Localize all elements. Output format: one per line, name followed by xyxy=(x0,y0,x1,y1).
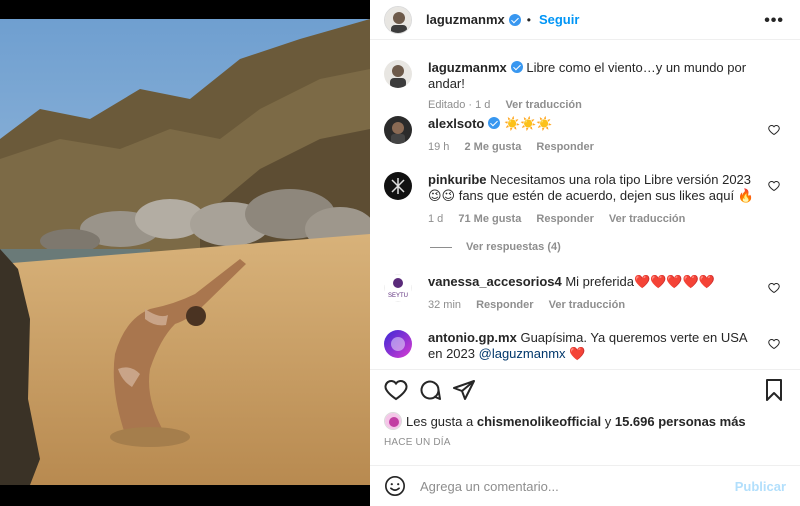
post-comment-button[interactable]: Publicar xyxy=(735,479,786,494)
author-username[interactable]: laguzmanmx xyxy=(426,12,505,27)
beach-yoga-photo xyxy=(0,19,370,485)
seytu-logo-text: SEYTU xyxy=(388,293,408,299)
reply-button[interactable]: Responder xyxy=(536,141,593,153)
like-comment-heart-icon[interactable] xyxy=(768,338,780,350)
replies-divider xyxy=(430,246,452,248)
share-paper-plane-icon[interactable] xyxy=(452,378,476,402)
comment-time: 1 d xyxy=(428,213,444,225)
commenter-username[interactable]: antonio.gp.mx xyxy=(428,330,517,345)
comment-emoji: ❤️ xyxy=(569,346,586,361)
comment-likes[interactable]: 2 Me gusta xyxy=(464,141,521,153)
header-dot: • xyxy=(526,12,531,27)
emoji-picker-icon[interactable] xyxy=(384,475,406,497)
reply-button[interactable]: Responder xyxy=(536,213,593,225)
commenter-username[interactable]: alexlsoto xyxy=(428,116,484,131)
post-side-panel: laguzmanmx • Seguir ••• laguzmanmx Libre… xyxy=(370,0,800,506)
like-comment-heart-icon[interactable] xyxy=(768,180,780,192)
verified-badge-icon xyxy=(488,117,501,129)
author-avatar[interactable] xyxy=(384,5,412,34)
comment-bubble-icon[interactable] xyxy=(418,378,442,402)
likes-summary: Les gusta a chismenolikeofficial y 15.69… xyxy=(384,412,746,430)
mention-link[interactable]: @laguzmanmx xyxy=(479,346,566,361)
see-translation-link[interactable]: Ver traducción xyxy=(549,299,625,311)
like-comment-heart-icon[interactable] xyxy=(768,282,780,294)
likes-middle: y xyxy=(604,413,612,429)
see-translation-link[interactable]: Ver traducción xyxy=(609,213,685,225)
verified-badge-icon xyxy=(510,61,523,73)
view-replies-link[interactable]: Ver respuestas (4) xyxy=(430,241,561,253)
post-header: laguzmanmx • Seguir ••• xyxy=(370,0,800,40)
comment-composer: Agrega un comentario... Publicar xyxy=(370,465,800,506)
reply-button[interactable]: Responder xyxy=(476,299,533,311)
liker-username[interactable]: chismenolikeofficial xyxy=(477,414,601,429)
comment-text: Mi preferida❤️❤️❤️❤️❤️ xyxy=(565,274,715,289)
post-timestamp[interactable]: HACE UN DÍA xyxy=(384,437,451,448)
commenter-username[interactable]: pinkuribe xyxy=(428,172,487,187)
comment-input[interactable]: Agrega un comentario... xyxy=(420,479,735,494)
like-comment-heart-icon[interactable] xyxy=(768,124,780,136)
follow-button[interactable]: Seguir xyxy=(539,12,579,27)
commenter-username[interactable]: vanessa_accesorios4 xyxy=(428,274,562,289)
post-actions-bar xyxy=(370,369,800,409)
view-replies-label[interactable]: Ver respuestas (4) xyxy=(466,241,561,253)
caption-meta: Editado · 1 d xyxy=(428,99,491,111)
comment-time: 19 h xyxy=(428,141,450,153)
commenter-avatar[interactable] xyxy=(384,330,412,358)
comments-list[interactable]: laguzmanmx Libre como el viento…y un mun… xyxy=(370,40,800,370)
instagram-post-window: laguzmanmx • Seguir ••• laguzmanmx Libre… xyxy=(0,0,800,506)
caption-username[interactable]: laguzmanmx xyxy=(428,60,507,75)
comment-time: 32 min xyxy=(428,299,462,311)
verified-badge-icon xyxy=(508,13,521,26)
commenter-avatar[interactable] xyxy=(384,116,412,144)
likes-prefix: Les gusta a xyxy=(406,413,474,429)
author-avatar-small[interactable] xyxy=(384,60,412,88)
more-options-icon[interactable]: ••• xyxy=(764,12,784,30)
comment-text: ☀️☀️☀️ xyxy=(503,116,553,131)
liker-avatar[interactable] xyxy=(384,412,402,430)
see-translation-link[interactable]: Ver traducción xyxy=(505,99,581,111)
like-heart-icon[interactable] xyxy=(384,378,408,402)
post-photo[interactable] xyxy=(0,19,370,485)
save-bookmark-icon[interactable] xyxy=(762,378,786,402)
commenter-avatar[interactable]: SEYTU xyxy=(384,274,412,302)
commenter-avatar[interactable] xyxy=(384,172,412,200)
comment-likes[interactable]: 71 Me gusta xyxy=(458,213,521,225)
likes-count[interactable]: 15.696 personas más xyxy=(615,414,746,429)
